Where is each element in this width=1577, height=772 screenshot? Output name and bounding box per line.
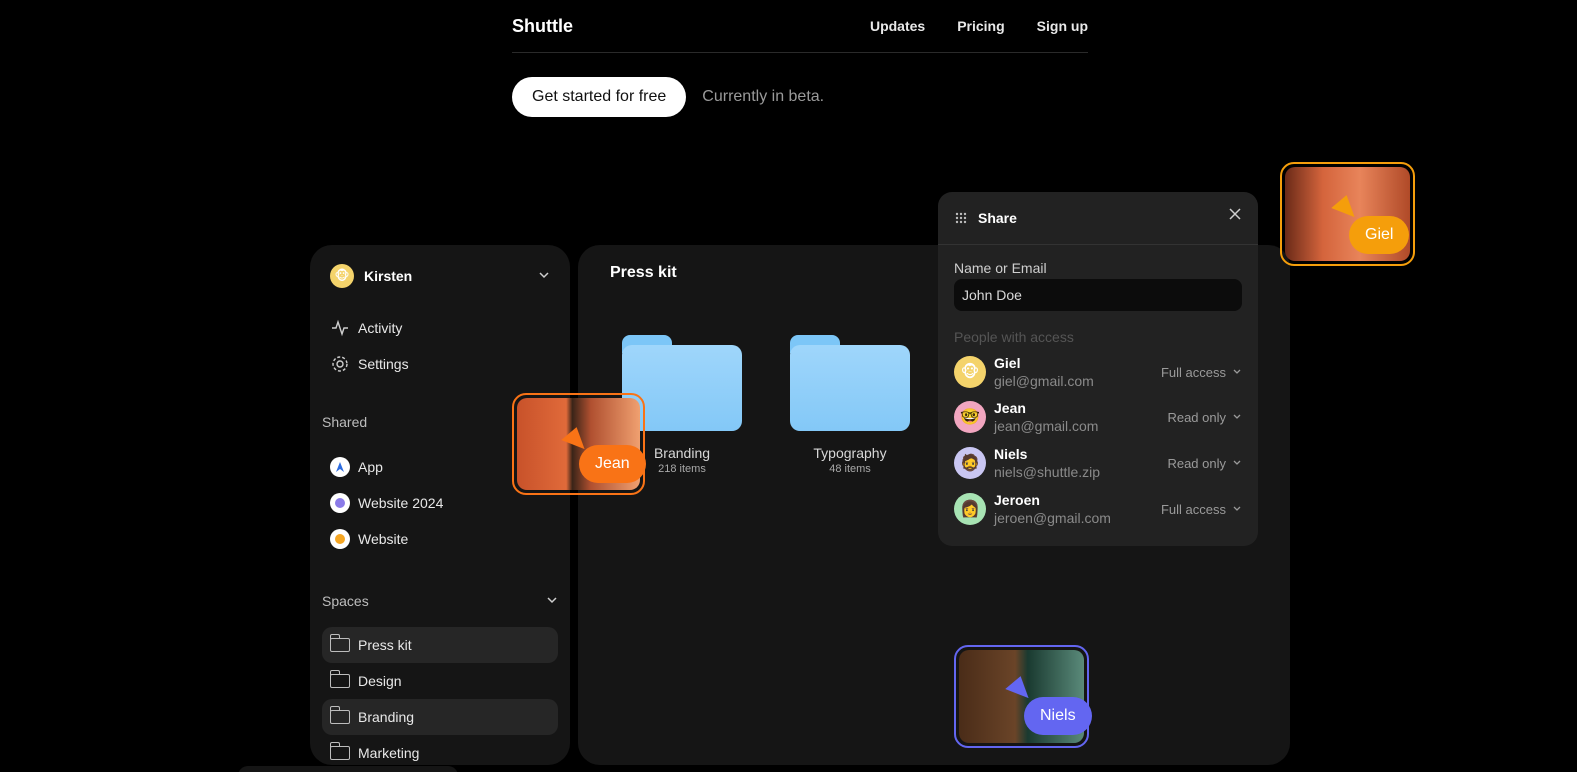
share-dialog: Share Name or Email People with access 🐵… [938,192,1258,546]
shared-item-website[interactable]: Website [330,527,408,551]
space-item-label: Design [358,673,402,689]
share-dialog-header: Share [938,192,1258,245]
nav-link-updates[interactable]: Updates [870,18,925,34]
access-level: Read only [1167,455,1226,471]
person-row-niels: 🧔 Niels niels@shuttle.zip Read only [954,445,1242,481]
folder-name: Typography [813,445,887,461]
space-item-branding[interactable]: Branding [322,699,558,735]
folder-count: 48 items [829,463,871,475]
nav-link-pricing[interactable]: Pricing [957,18,1004,34]
activity-icon [330,319,350,337]
access-level: Full access [1160,501,1226,517]
access-dropdown[interactable]: Full access [1161,365,1242,380]
website-2024-icon [330,493,350,513]
person-name: Giel [994,355,1021,371]
folder-icon [329,706,350,724]
cursor-label-jean: Jean [579,445,646,483]
spaces-section-label: Spaces [322,593,369,609]
sidebar-item-activity[interactable]: Activity [330,316,402,340]
website-icon [330,529,350,549]
close-icon[interactable] [1228,207,1242,226]
folder-icon [329,634,350,652]
folder-icon [790,335,910,431]
access-dropdown[interactable]: Full access [1161,502,1242,517]
cursor-label-niels: Niels [1024,697,1092,735]
brand-logo[interactable]: Shuttle [512,16,573,37]
spaces-section-header[interactable]: Spaces [322,593,558,609]
person-row-jeroen: 👩 Jeroen jeroen@gmail.com Full access [954,491,1242,527]
chevron-down-icon [1232,410,1242,425]
person-email: jeroen@gmail.com [994,510,1111,526]
shared-item-label: Website 2024 [358,495,444,511]
access-level: Read only [1167,409,1226,425]
person-name: Jean [994,400,1026,416]
access-dropdown[interactable]: Read only [1167,410,1242,425]
space-item-press-kit[interactable]: Press kit [322,627,558,663]
user-name: Kirsten [364,268,413,284]
sidebar-item-label: Activity [358,320,403,336]
people-access-label: People with access [954,329,1074,345]
sidebar-item-settings[interactable]: Settings [330,352,409,376]
space-item-label: Press kit [358,637,412,653]
shared-item-app[interactable]: App [330,455,383,479]
space-item-label: Marketing [358,745,420,761]
beta-note: Currently in beta. [702,88,825,105]
name-email-input[interactable] [954,279,1242,311]
avatar: 🐵 [954,356,986,388]
folder-icon [329,670,350,688]
person-row-giel: 🐵 Giel giel@gmail.com Full access [954,354,1242,390]
person-email: niels@shuttle.zip [994,464,1101,480]
avatar: 🤓 [954,401,986,433]
chevron-down-icon [546,593,558,609]
top-nav: Shuttle Updates Pricing Sign up [512,0,1088,53]
avatar: 🧔 [954,447,986,479]
folder-typography[interactable]: Typography 48 items [790,335,910,475]
share-dialog-title: Share [978,210,1017,226]
folder-icon [329,742,350,760]
get-started-button[interactable]: Get started for free [512,77,687,117]
shared-item-website-2024[interactable]: Website 2024 [330,491,443,515]
access-dropdown[interactable]: Read only [1167,456,1242,471]
chevron-down-icon [1232,456,1242,471]
bottom-panel-edge [238,766,458,772]
chevron-down-icon [538,269,550,284]
space-item-label: Branding [358,709,415,725]
chevron-down-icon [1232,502,1242,517]
access-level: Full access [1160,364,1226,380]
nav-links: Updates Pricing Sign up [870,18,1088,34]
space-item-design[interactable]: Design [322,663,558,699]
cursor-label-giel: Giel [1349,216,1410,254]
avatar: 🐵 [330,264,354,288]
nav-link-signup[interactable]: Sign up [1037,18,1088,34]
sidebar-item-label: Settings [358,356,409,372]
sidebar: 🐵 Kirsten Activity Settings Shared App W… [310,245,570,765]
avatar: 👩 [954,493,986,525]
shared-item-label: App [358,459,383,475]
gear-icon [330,355,350,373]
person-row-jean: 🤓 Jean jean@gmail.com Read only [954,399,1242,435]
name-email-label: Name or Email [954,260,1047,276]
chevron-down-icon [1232,365,1242,380]
drag-handle-icon[interactable] [954,211,968,225]
app-icon [330,457,350,477]
shared-item-label: Website [358,531,409,547]
shared-section-label: Shared [322,414,368,430]
page-title: Press kit [610,264,677,281]
hero-cta-row: Get started for free Currently in beta. [512,77,824,117]
person-name: Jeroen [994,492,1040,508]
person-email: jean@gmail.com [994,418,1099,434]
person-name: Niels [994,446,1028,462]
user-switcher[interactable]: 🐵 Kirsten [330,264,550,288]
person-email: giel@gmail.com [994,373,1094,389]
